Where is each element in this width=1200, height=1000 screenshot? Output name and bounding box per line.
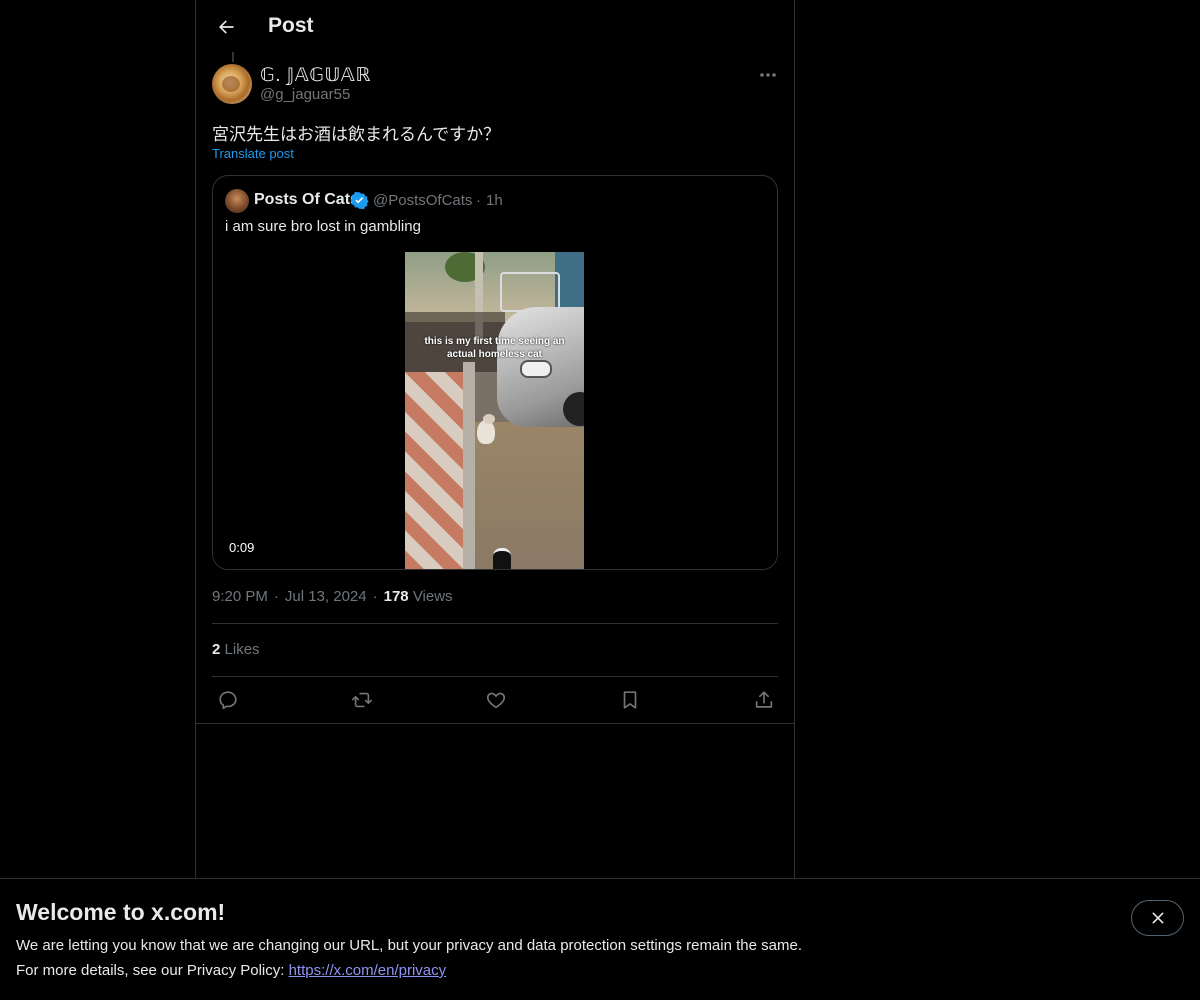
translate-post-link[interactable]: Translate post	[212, 146, 294, 161]
post-time[interactable]: 9:20 PM	[212, 588, 268, 605]
privacy-policy-link[interactable]: https://x.com/en/privacy	[289, 962, 447, 979]
quoted-post-card[interactable]: Posts Of Cats @PostsOfCats · 1h i am sur…	[212, 175, 778, 570]
reply-button[interactable]	[214, 687, 242, 713]
retweet-button[interactable]	[348, 687, 376, 713]
video-duration-badge: 0:09	[223, 538, 261, 557]
video-caption-overlay: this is my first time seeing an actual h…	[405, 335, 584, 361]
video-caption-line: this is my first time seeing an	[424, 336, 565, 347]
author-handle[interactable]: @g_jaguar55	[260, 86, 350, 103]
divider	[212, 623, 778, 624]
video-scene-headlight	[520, 360, 552, 378]
likes-label: Likes	[224, 641, 260, 658]
video-scene-cat-head	[483, 414, 495, 424]
banner-title: Welcome to x.com!	[16, 899, 226, 925]
quoted-author-name[interactable]: Posts Of Cats	[254, 191, 359, 209]
quoted-author-avatar[interactable]	[225, 189, 249, 213]
banner-close-button[interactable]	[1131, 900, 1184, 936]
banner-privacy-prefix: For more details, see our Privacy Policy…	[16, 962, 289, 979]
page-header: Post	[196, 0, 794, 54]
page-title: Post	[268, 14, 314, 37]
reply-icon	[219, 691, 237, 710]
more-options-button[interactable]	[752, 62, 784, 88]
post-detail-column: Post 𝔾. 𝕁𝔸𝔾𝕌𝔸ℝ @g_jaguar55 宮沢先生はお酒は飲まれるん…	[195, 0, 795, 878]
author-display-name[interactable]: 𝔾. 𝕁𝔸𝔾𝕌𝔸ℝ	[260, 64, 371, 87]
verified-badge-icon	[350, 191, 369, 210]
quoted-separator-dot: ·	[476, 192, 481, 209]
quoted-post-time[interactable]: 1h	[486, 192, 503, 209]
video-scene-curb	[463, 362, 475, 569]
welcome-banner: Welcome to x.com! We are letting you kno…	[0, 878, 1200, 1000]
meta-separator-dot: ·	[273, 588, 279, 605]
meta-separator-dot: ·	[372, 588, 378, 605]
likes-count: 2	[212, 641, 221, 658]
likes-summary[interactable]: 2 Likes	[212, 641, 260, 658]
divider	[196, 723, 794, 724]
share-icon	[755, 691, 773, 708]
bookmark-button[interactable]	[616, 687, 644, 713]
post-text: 宮沢先生はお酒は飲まれるんですか？	[212, 125, 501, 144]
quoted-video-container[interactable]: this is my first time seeing an actual h…	[213, 252, 777, 569]
share-button[interactable]	[750, 687, 778, 713]
more-dots-icon	[760, 73, 776, 77]
post-date[interactable]: Jul 13, 2024	[285, 588, 367, 605]
video-scene-road	[475, 422, 584, 569]
bookmark-icon	[623, 691, 637, 709]
video-caption-line: actual homeless cat	[446, 349, 543, 360]
banner-message: We are letting you know that we are chan…	[16, 937, 802, 954]
close-icon	[1152, 912, 1163, 924]
video-scene-pavement	[405, 372, 465, 569]
video-scene-shoe	[493, 548, 511, 569]
like-icon	[486, 692, 506, 709]
author-avatar[interactable]	[212, 64, 252, 104]
video-scene-railing	[500, 272, 560, 312]
views-count: 178	[383, 588, 409, 605]
like-button[interactable]	[482, 687, 510, 713]
post-metadata: 9:20 PM · Jul 13, 2024 · 178 Views	[212, 588, 453, 605]
video-thumbnail[interactable]: this is my first time seeing an actual h…	[405, 252, 584, 569]
banner-privacy-line: For more details, see our Privacy Policy…	[16, 962, 446, 979]
retweet-icon	[352, 692, 372, 708]
quoted-post-text: i am sure bro lost in gambling	[225, 218, 421, 235]
thread-connector-line	[232, 52, 234, 62]
arrow-left-icon	[219, 20, 234, 34]
post-actions-bar	[196, 677, 794, 723]
quoted-author-handle[interactable]: @PostsOfCats	[373, 192, 472, 209]
back-button[interactable]	[208, 9, 244, 45]
views-label: Views	[412, 588, 453, 605]
